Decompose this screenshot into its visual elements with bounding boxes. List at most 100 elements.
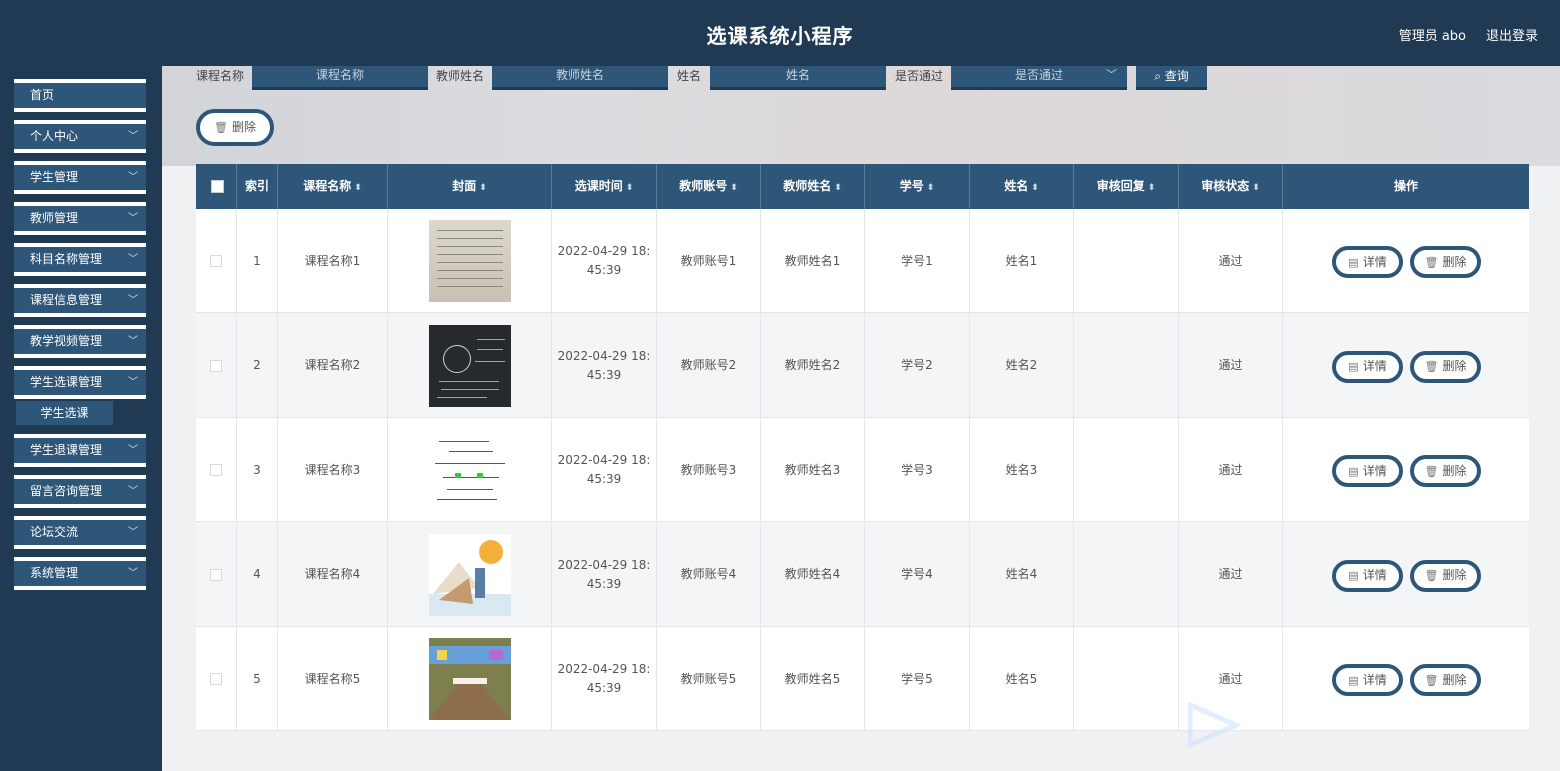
sidebar-item-label: 学生退课管理 xyxy=(30,443,103,457)
cell-text: 通过 xyxy=(1218,567,1243,581)
header-label: 封面 xyxy=(452,179,477,193)
delete-button-label: 删除 xyxy=(231,120,256,134)
trash-icon: 🗑 xyxy=(1424,360,1439,373)
sort-icon[interactable]: ⬍ xyxy=(479,183,487,193)
detail-button[interactable]: ▤ 详情 xyxy=(1332,559,1403,592)
cell-text: 通过 xyxy=(1218,253,1243,268)
sidebar-item-label: 个人中心 xyxy=(30,129,79,143)
teacher-search-input[interactable]: 教师姓名 xyxy=(492,66,668,90)
cell-status: 通过 xyxy=(1179,209,1283,313)
cell-text: 教师账号3 xyxy=(680,462,737,477)
sidebar-item-label: 课程信息管理 xyxy=(30,293,103,307)
row-delete-button[interactable]: 🗑 删除 xyxy=(1410,664,1481,696)
sort-icon[interactable]: ⬍ xyxy=(354,183,362,193)
cell-text: 教师姓名1 xyxy=(784,253,841,268)
cell-text: 课程名称1 xyxy=(304,253,361,268)
row-delete-button-label: 删除 xyxy=(1442,359,1467,373)
sidebar-item-messages[interactable]: 留言咨询管理 ﹀ xyxy=(14,475,146,508)
row-delete-button[interactable]: 🗑 删除 xyxy=(1410,559,1481,592)
header-select-all[interactable] xyxy=(196,164,237,209)
header-label: 教师账号 xyxy=(679,179,728,193)
detail-button[interactable]: ▤ 详情 xyxy=(1332,664,1403,696)
table-row: 3 课程名称3 2022-04-29 18: 45:39 教师账号3 教师姓名3 学号3 姓名… xyxy=(196,418,1529,522)
sidebar-item-students[interactable]: 学生管理 ﹀ xyxy=(14,161,146,194)
row-checkbox[interactable] xyxy=(210,255,222,267)
cell-cover xyxy=(388,522,552,627)
sort-icon[interactable]: ⬍ xyxy=(730,183,738,193)
delete-button[interactable]: 🗑 删除 xyxy=(196,109,274,146)
sidebar-item-label: 教师管理 xyxy=(30,211,79,225)
header-name[interactable]: 姓名 ⬍ xyxy=(970,164,1074,209)
chevron-down-icon: ﹀ xyxy=(128,131,138,142)
cell-student-no: 学号3 xyxy=(865,418,970,522)
detail-button[interactable]: ▤ 详情 xyxy=(1332,350,1403,383)
header-reply[interactable]: 审核回复 ⬍ xyxy=(1074,164,1179,209)
row-checkbox[interactable] xyxy=(210,464,222,476)
main-content: 课程名称 课程名称 教师姓名 教师姓名 姓名 姓名 是否通过 是否通过 ﹀ ⌕ 查… xyxy=(162,66,1560,771)
cell-name: 姓名3 xyxy=(970,418,1074,522)
document-icon: ▤ xyxy=(1348,360,1359,373)
detail-button[interactable]: ▤ 详情 xyxy=(1332,455,1403,487)
sidebar-item-videos[interactable]: 教学视频管理 ﹀ xyxy=(14,325,146,358)
query-button[interactable]: ⌕ 查询 xyxy=(1136,66,1207,90)
pass-select[interactable]: 是否通过 ﹀ xyxy=(951,66,1127,90)
row-delete-button[interactable]: 🗑 删除 xyxy=(1410,350,1481,383)
sort-icon[interactable]: ⬍ xyxy=(626,183,634,193)
sidebar-item-label: 留言咨询管理 xyxy=(30,484,103,498)
cell-text: 教师姓名4 xyxy=(784,567,841,581)
cell-actions: ▤ 详情 🗑 删除 xyxy=(1283,418,1529,522)
chevron-down-icon: ﹀ xyxy=(128,486,138,497)
cell-text: 学号3 xyxy=(901,462,933,477)
sidebar-item-forum[interactable]: 论坛交流 ﹀ xyxy=(14,516,146,549)
sidebar-item-system[interactable]: 系统管理 ﹀ xyxy=(14,557,146,590)
logout-link[interactable]: 退出登录 xyxy=(1486,25,1538,44)
row-delete-button[interactable]: 🗑 删除 xyxy=(1410,455,1481,487)
name-search-input[interactable]: 姓名 xyxy=(710,66,886,90)
header-cover[interactable]: 封面 ⬍ xyxy=(388,164,552,209)
row-checkbox[interactable] xyxy=(210,359,222,372)
header-teacher-acct[interactable]: 教师账号 ⬍ xyxy=(657,164,761,209)
sort-icon[interactable]: ⬍ xyxy=(1148,183,1156,193)
sort-icon[interactable]: ⬍ xyxy=(927,183,935,193)
sidebar-item-subjects[interactable]: 科目名称管理 ﹀ xyxy=(14,243,146,276)
cell-name: 姓名1 xyxy=(970,209,1074,313)
cell-actions: ▤ 详情 🗑 删除 xyxy=(1283,627,1529,731)
sidebar-item-courses[interactable]: 课程信息管理 ﹀ xyxy=(14,284,146,317)
cover-image xyxy=(428,324,511,407)
select-all-checkbox[interactable] xyxy=(211,180,224,193)
cell-time-text: 2022-04-29 18: 45:39 xyxy=(557,453,651,486)
sidebar-item-enrollment[interactable]: 学生选课管理 ﹀ xyxy=(14,366,146,399)
cell-teacher-name: 教师姓名1 xyxy=(761,209,865,313)
cell-time-text: 2022-04-29 18: 45:39 xyxy=(557,662,651,695)
cover-image xyxy=(428,533,511,616)
cell-time: 2022-04-29 18: 45:39 xyxy=(552,522,657,627)
sort-icon[interactable]: ⬍ xyxy=(834,183,842,193)
sidebar-item-withdrawal[interactable]: 学生退课管理 ﹀ xyxy=(14,434,146,467)
row-checkbox[interactable] xyxy=(210,568,222,581)
cell-text: 教师姓名5 xyxy=(784,671,841,686)
header-status[interactable]: 审核状态 ⬍ xyxy=(1179,164,1283,209)
sort-icon[interactable]: ⬍ xyxy=(1252,183,1260,193)
cell-course: 课程名称3 xyxy=(278,418,388,522)
sidebar-item-profile[interactable]: 个人中心 ﹀ xyxy=(14,120,146,153)
detail-button[interactable]: ▤ 详情 xyxy=(1332,246,1403,278)
cell-text: 通过 xyxy=(1218,358,1243,372)
header-course[interactable]: 课程名称 ⬍ xyxy=(278,164,388,209)
table-row: 5 课程名称5 2022-04-29 18: 45:39 教师账号5 教师姓名5 学号5 姓名… xyxy=(196,627,1529,731)
row-delete-button-label: 删除 xyxy=(1442,672,1467,687)
cell-text: 姓名3 xyxy=(1005,462,1038,477)
sidebar-item-teachers[interactable]: 教师管理 ﹀ xyxy=(14,202,146,235)
cell-teacher-name: 教师姓名2 xyxy=(761,313,865,418)
row-delete-button[interactable]: 🗑 删除 xyxy=(1410,246,1481,278)
sidebar-subitem-student-enrollment[interactable]: 学生选课 xyxy=(16,401,113,425)
course-search-input[interactable]: 课程名称 xyxy=(252,66,428,90)
sort-icon[interactable]: ⬍ xyxy=(1031,183,1039,193)
row-checkbox[interactable] xyxy=(210,673,222,685)
document-icon: ▤ xyxy=(1348,464,1359,478)
header-teacher-name[interactable]: 教师姓名 ⬍ xyxy=(761,164,865,209)
cell-text: 姓名5 xyxy=(1005,671,1038,686)
header-time[interactable]: 选课时间 ⬍ xyxy=(552,164,657,209)
cell-index: 4 xyxy=(237,522,278,627)
sidebar-item-home[interactable]: 首页 xyxy=(14,79,146,112)
header-student-no[interactable]: 学号 ⬍ xyxy=(865,164,970,209)
